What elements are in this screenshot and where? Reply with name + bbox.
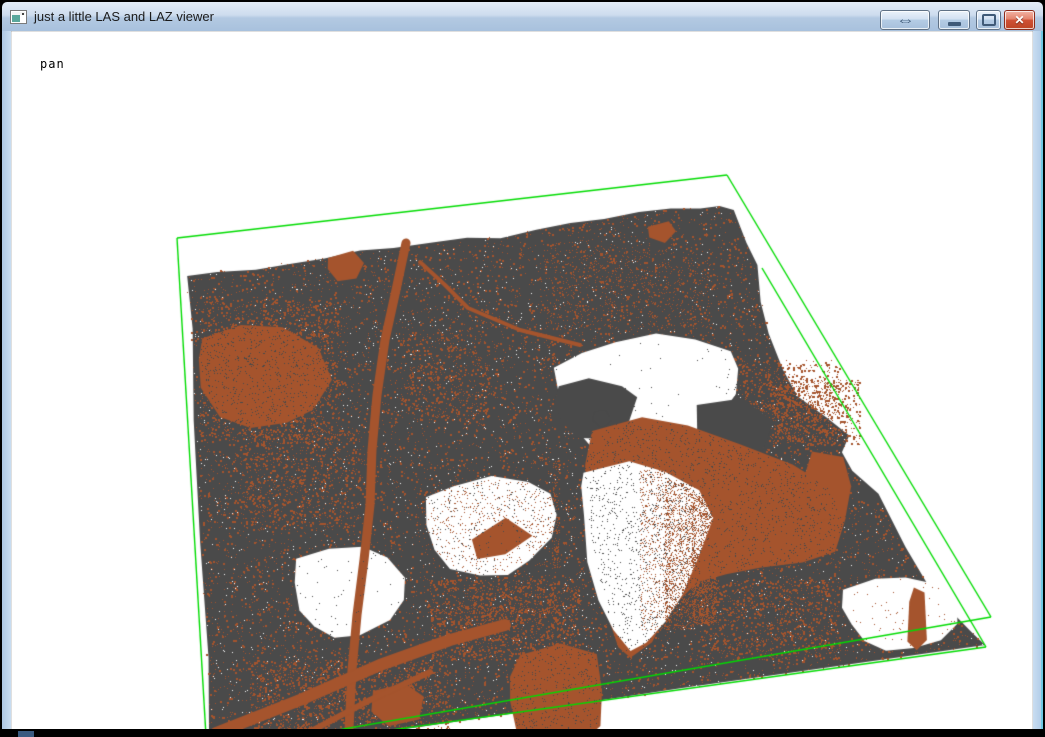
close-icon: ✕ [1014, 14, 1024, 26]
window-title: just a little LAS and LAZ viewer [34, 9, 214, 24]
minimize-button[interactable] [938, 10, 970, 30]
app-icon-pane [12, 15, 20, 22]
close-button[interactable]: ✕ [1004, 10, 1035, 30]
window-border-right [1033, 31, 1041, 729]
double-arrow-icon: ⇔ [896, 13, 915, 28]
resize-button[interactable]: ⇔ [880, 10, 930, 30]
window-border-right-highlight [1041, 31, 1043, 729]
titlebar[interactable]: just a little LAS and LAZ viewer ⇔ ✕ [2, 2, 1043, 31]
mode-indicator: pan [40, 57, 65, 71]
maximize-icon [982, 14, 996, 26]
screenshot-root: { "window": { "title": "just a little LA… [0, 0, 1045, 737]
window-border-left [2, 31, 11, 729]
window-bottom-edge [0, 729, 1045, 737]
minimize-icon [948, 22, 961, 26]
app-icon-dot [22, 13, 24, 15]
maximize-button[interactable] [976, 10, 1001, 30]
las-viewport-canvas[interactable] [0, 0, 1045, 737]
window-border-bottom-left-corner [18, 731, 34, 737]
app-window-icon [10, 10, 27, 24]
